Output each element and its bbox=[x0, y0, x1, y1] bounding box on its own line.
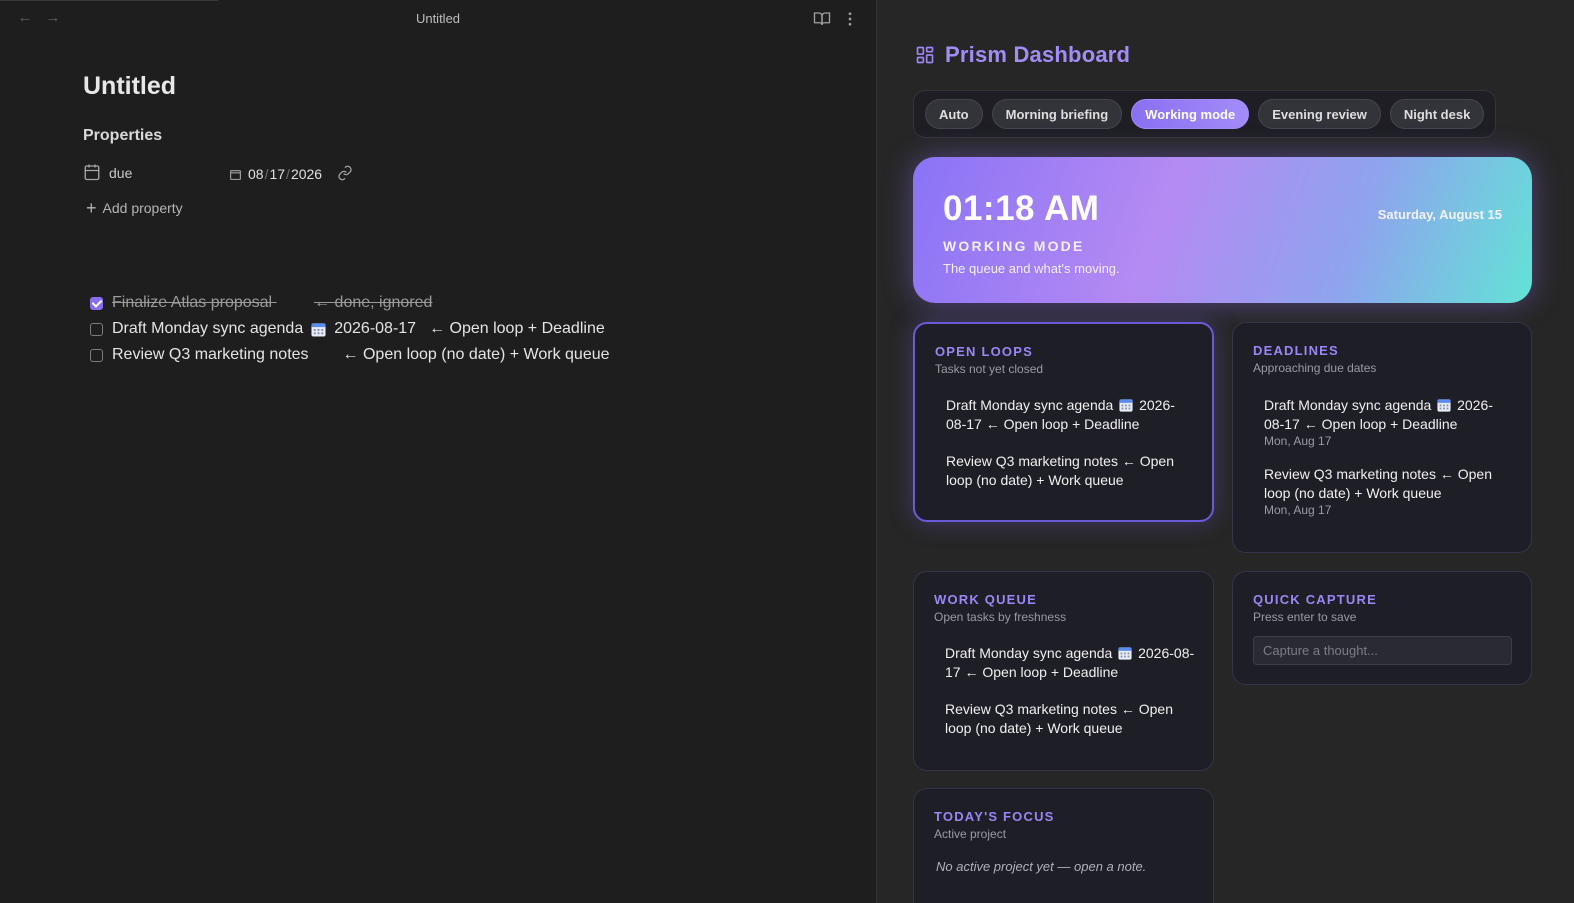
task-note[interactable]: ← Open loop (no date) + Work queue bbox=[343, 346, 610, 364]
date-month[interactable]: 08 bbox=[248, 166, 264, 182]
card-title: OPEN LOOPS bbox=[935, 344, 1033, 359]
work-queue-card: WORK QUEUE Open tasks by freshness Draft… bbox=[913, 571, 1214, 771]
item-text: Draft Monday sync agenda bbox=[1264, 397, 1432, 413]
dashboard-grid-icon bbox=[916, 46, 934, 64]
property-key[interactable]: due bbox=[109, 165, 132, 181]
card-item[interactable]: Review Q3 marketing notes ← Open loop (n… bbox=[945, 700, 1195, 738]
calendar-emoji-icon bbox=[1118, 647, 1132, 660]
card-item[interactable]: Draft Monday sync agenda 2026-08-17 ← Op… bbox=[1264, 396, 1513, 448]
calendar-icon bbox=[84, 164, 100, 181]
card-item-list: Draft Monday sync agenda 2026-08-17 ← Op… bbox=[946, 396, 1194, 508]
item-text: Review Q3 marketing notes ← Open loop (n… bbox=[946, 453, 1174, 488]
item-text: Review Q3 marketing notes ← Open loop (n… bbox=[1264, 466, 1492, 501]
task-text[interactable]: Review Q3 marketing notes bbox=[112, 346, 309, 364]
mode-auto-button[interactable]: Auto bbox=[925, 99, 983, 129]
task-item: Draft Monday sync agenda 2026-08-17 ← Op… bbox=[90, 316, 610, 342]
open-loops-card: OPEN LOOPS Tasks not yet closed Draft Mo… bbox=[913, 322, 1214, 522]
hero-banner: 01:18 AM Saturday, August 15 WORKING MOD… bbox=[913, 157, 1532, 303]
mode-label: WORKING MODE bbox=[943, 238, 1085, 254]
task-checkbox[interactable] bbox=[90, 322, 103, 336]
item-due-date: Mon, Aug 17 bbox=[1264, 434, 1332, 448]
mode-subtitle: The queue and what's moving. bbox=[943, 261, 1120, 276]
item-text: Draft Monday sync agenda bbox=[946, 397, 1114, 413]
card-title: DEADLINES bbox=[1253, 343, 1339, 358]
card-item[interactable]: Draft Monday sync agenda 2026-08-17 ← Op… bbox=[946, 396, 1194, 434]
clock-time: 01:18 AM bbox=[943, 189, 1100, 228]
calendar-emoji-icon bbox=[311, 322, 326, 337]
strike-gap bbox=[272, 294, 314, 312]
task-item: Review Q3 marketing notes ← Open loop (n… bbox=[90, 342, 610, 368]
deadlines-card: DEADLINES Approaching due dates Draft Mo… bbox=[1232, 322, 1532, 553]
book-open-icon[interactable] bbox=[813, 10, 831, 28]
plus-icon: + bbox=[86, 198, 97, 218]
view-header-title[interactable]: Untitled bbox=[0, 11, 876, 26]
dashboard-title: Prism Dashboard bbox=[945, 42, 1131, 67]
task-checkbox[interactable] bbox=[90, 296, 103, 310]
date-picker-icon[interactable] bbox=[229, 168, 242, 181]
date-year[interactable]: 2026 bbox=[291, 166, 322, 182]
task-list: Finalize Atlas proposal ← done, ignored … bbox=[90, 290, 610, 368]
date-separator: / bbox=[286, 166, 290, 182]
calendar-emoji-icon bbox=[1437, 399, 1451, 412]
mode-selector: Auto Morning briefing Working mode Eveni… bbox=[913, 90, 1497, 138]
quick-capture-input[interactable] bbox=[1253, 636, 1512, 665]
card-subtitle: Tasks not yet closed bbox=[935, 362, 1044, 376]
properties-heading[interactable]: Properties bbox=[83, 127, 162, 145]
item-due-date: Mon, Aug 17 bbox=[1264, 503, 1332, 517]
card-item[interactable]: Review Q3 marketing notes ← Open loop (n… bbox=[946, 452, 1194, 490]
more-options-icon[interactable] bbox=[841, 10, 859, 28]
current-date: Saturday, August 15 bbox=[1377, 207, 1502, 222]
date-separator: / bbox=[264, 166, 269, 182]
card-subtitle: Active project bbox=[934, 827, 1007, 841]
card-subtitle: Approaching due dates bbox=[1253, 361, 1377, 375]
card-item[interactable]: Draft Monday sync agenda 2026-08-17 ← Op… bbox=[945, 644, 1195, 682]
todays-focus-card: TODAY'S FOCUS Active project No active p… bbox=[913, 788, 1214, 903]
card-title: QUICK CAPTURE bbox=[1253, 592, 1377, 607]
card-title: TODAY'S FOCUS bbox=[934, 809, 1055, 824]
card-title: WORK QUEUE bbox=[934, 592, 1037, 607]
task-note[interactable]: ← Open loop + Deadline bbox=[429, 320, 605, 338]
add-property-label: Add property bbox=[102, 200, 183, 216]
card-item[interactable]: Review Q3 marketing notes ← Open loop (n… bbox=[1264, 465, 1513, 517]
property-row-due: due 08/17/2026 bbox=[83, 162, 383, 184]
focus-empty-state: No active project yet — open a note. bbox=[936, 859, 1147, 874]
date-input[interactable]: 08/17/2026 bbox=[229, 164, 322, 184]
mode-morning-briefing-button[interactable]: Morning briefing bbox=[991, 99, 1123, 129]
dashboard-pane: Prism Dashboard Auto Morning briefing Wo… bbox=[877, 0, 1574, 903]
add-property-button[interactable]: + Add property bbox=[86, 199, 183, 217]
card-item-list: Draft Monday sync agenda 2026-08-17 ← Op… bbox=[1264, 396, 1513, 534]
editor-pane: ← → Untitled Untitled Properties due 08/… bbox=[0, 0, 876, 903]
card-subtitle: Press enter to save bbox=[1253, 610, 1357, 624]
item-text: Review Q3 marketing notes ← Open loop (n… bbox=[945, 701, 1173, 736]
task-text[interactable]: Finalize Atlas proposal bbox=[112, 294, 272, 312]
task-text[interactable]: Draft Monday sync agenda bbox=[112, 320, 303, 338]
view-header: ← → Untitled bbox=[0, 0, 876, 38]
dashboard-header: Prism Dashboard bbox=[915, 42, 1130, 68]
card-subtitle: Open tasks by freshness bbox=[934, 610, 1067, 624]
note-title[interactable]: Untitled bbox=[83, 72, 176, 101]
date-day[interactable]: 17 bbox=[269, 166, 285, 182]
card-item-list: Draft Monday sync agenda 2026-08-17 ← Op… bbox=[945, 644, 1195, 756]
mode-working-mode-button[interactable]: Working mode bbox=[1131, 99, 1250, 129]
task-checkbox[interactable] bbox=[90, 348, 103, 362]
quick-capture-card: QUICK CAPTURE Press enter to save bbox=[1232, 571, 1532, 685]
task-note[interactable]: ← done, ignored bbox=[314, 294, 432, 312]
mode-night-desk-button[interactable]: Night desk bbox=[1389, 99, 1485, 129]
mode-evening-review-button[interactable]: Evening review bbox=[1258, 99, 1381, 129]
task-due-date[interactable]: 2026-08-17 bbox=[334, 320, 416, 338]
item-text: Draft Monday sync agenda bbox=[945, 645, 1113, 661]
link-icon[interactable] bbox=[337, 165, 353, 181]
task-item: Finalize Atlas proposal ← done, ignored bbox=[90, 290, 610, 316]
calendar-emoji-icon bbox=[1119, 399, 1133, 412]
